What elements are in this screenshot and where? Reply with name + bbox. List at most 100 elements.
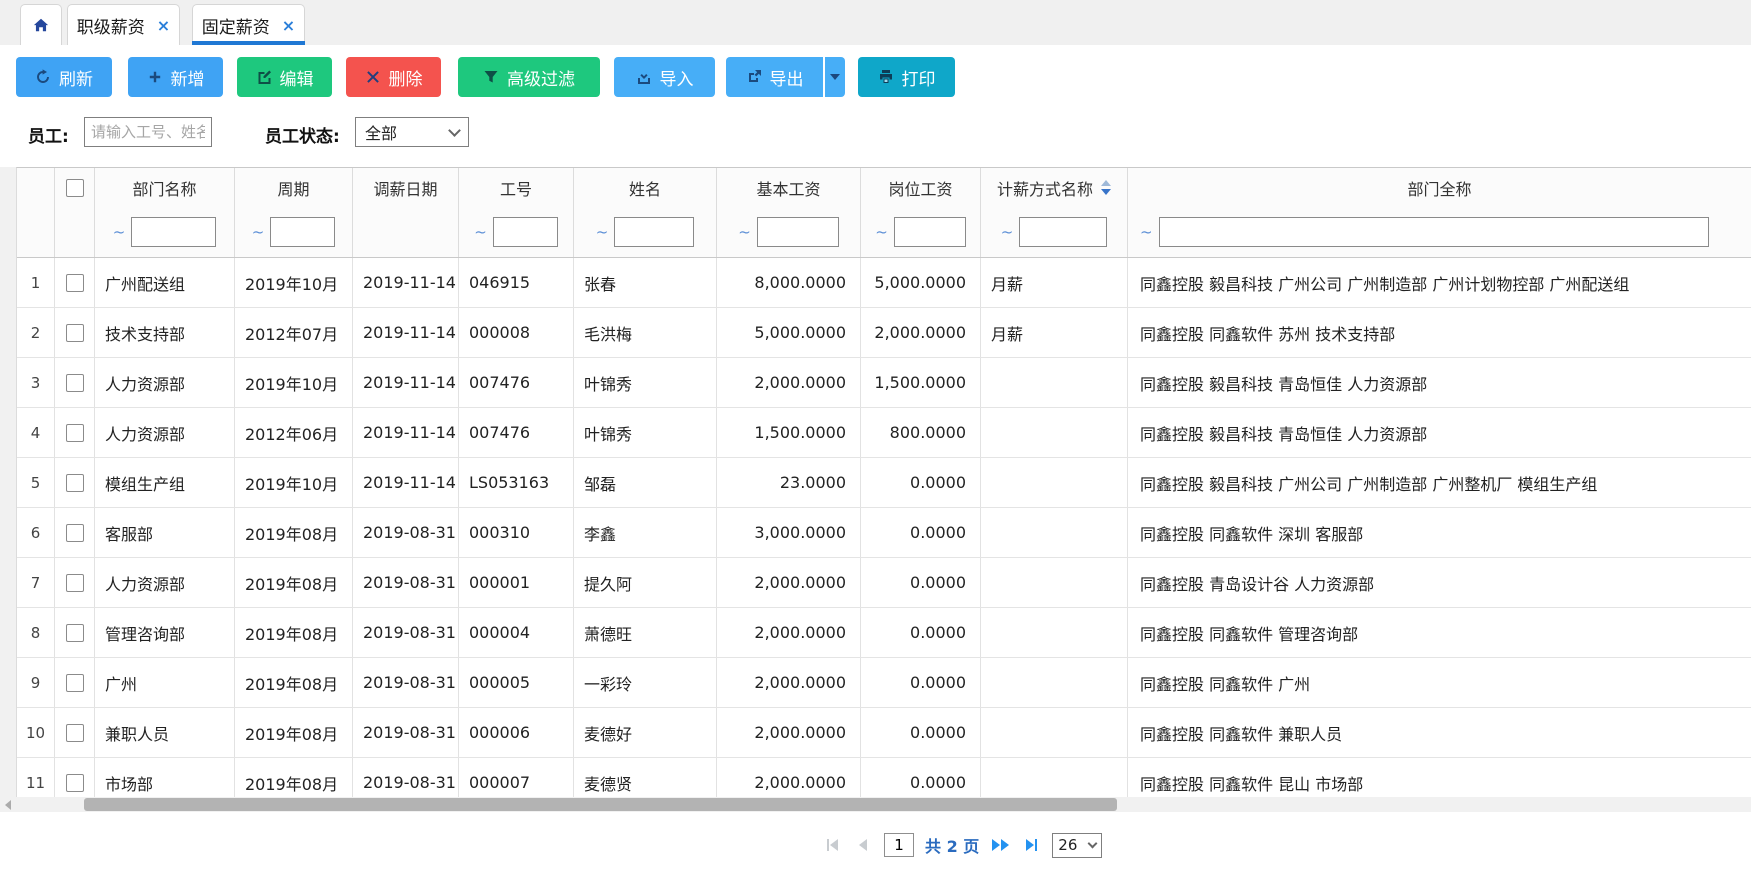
row-checkbox[interactable] [66, 274, 84, 292]
row-number: 6 [17, 508, 55, 557]
tab-job-grade-salary[interactable]: 职级薪资 × [67, 4, 180, 45]
col-label-dept-full[interactable]: 部门全称 [1407, 176, 1471, 200]
table-row[interactable]: 8 管理咨询部 2019年08月 2019-08-31 000004 萧德旺 2… [17, 608, 1751, 658]
row-number: 1 [17, 258, 55, 307]
row-checkbox-cell [55, 558, 95, 607]
cell-pay-method [981, 708, 1128, 757]
import-button[interactable]: 导入 [614, 57, 715, 97]
tab-fixed-salary[interactable]: 固定薪资 × [192, 4, 305, 45]
row-checkbox[interactable] [66, 524, 84, 542]
table-row[interactable]: 4 人力资源部 2012年06月 2019-11-14 007476 叶锦秀 1… [17, 408, 1751, 458]
row-checkbox-cell [55, 608, 95, 657]
cell-name: 邹磊 [574, 458, 717, 507]
row-checkbox[interactable] [66, 774, 84, 792]
row-number: 10 [17, 708, 55, 757]
filter-input-period[interactable] [270, 217, 335, 247]
cell-name: 麦德贤 [574, 758, 717, 798]
cell-pay-method [981, 658, 1128, 707]
employee-status-select[interactable]: 全部 [355, 117, 469, 147]
col-label-adjust-date[interactable]: 调薪日期 [373, 176, 437, 200]
filter-input-post-salary[interactable] [894, 217, 966, 247]
col-label-dept[interactable]: 部门名称 [132, 176, 196, 200]
advanced-filter-button[interactable]: 高级过滤 [458, 57, 600, 97]
tab-label: 固定薪资 [202, 13, 270, 38]
sort-icon[interactable] [1101, 180, 1111, 195]
col-label-base-salary[interactable]: 基本工资 [756, 176, 820, 200]
cell-adjust-date: 2019-08-31 [353, 658, 459, 707]
employee-search-input[interactable] [84, 117, 212, 147]
prev-page-icon[interactable] [853, 835, 873, 855]
row-checkbox[interactable] [66, 374, 84, 392]
table-row[interactable]: 9 广州 2019年08月 2019-08-31 000005 一彩玲 2,00… [17, 658, 1751, 708]
cell-pay-method [981, 608, 1128, 657]
cell-period: 2019年10月 [235, 458, 353, 507]
filter-input-dept-full[interactable] [1159, 217, 1709, 247]
status-selected-value: 全部 [365, 120, 397, 144]
first-page-icon[interactable] [822, 835, 842, 855]
header-emp-no: 工号 ~ [459, 168, 574, 257]
data-grid: 部门名称 ~ 周期 ~ 调薪日期 工号 ~ 姓名 ~ 基本工资 ~ 岗位工资 ~ [16, 167, 1751, 798]
cell-period: 2019年08月 [235, 758, 353, 798]
scroll-left-arrow-icon[interactable] [5, 800, 11, 810]
row-checkbox[interactable] [66, 574, 84, 592]
table-row[interactable]: 7 人力资源部 2019年08月 2019-08-31 000001 提久阿 2… [17, 558, 1751, 608]
left-gutter [0, 167, 16, 812]
employee-status-label: 员工状态: [265, 122, 340, 147]
filter-input-dept[interactable] [131, 217, 216, 247]
print-button[interactable]: 打印 [858, 57, 955, 97]
table-row[interactable]: 1 广州配送组 2019年10月 2019-11-14 046915 张春 8,… [17, 258, 1751, 308]
import-icon [636, 69, 652, 85]
cell-period: 2019年08月 [235, 608, 353, 657]
next-page-icon[interactable] [990, 835, 1010, 855]
delete-button[interactable]: 删除 [346, 57, 441, 97]
export-dropdown-button[interactable] [825, 57, 845, 97]
row-checkbox[interactable] [66, 324, 84, 342]
filter-input-base-salary[interactable] [757, 217, 839, 247]
cell-adjust-date: 2019-08-31 [353, 758, 459, 798]
row-checkbox[interactable] [66, 474, 84, 492]
col-label-emp-no[interactable]: 工号 [500, 176, 532, 200]
refresh-button[interactable]: 刷新 [16, 57, 112, 97]
page-number-input[interactable] [884, 833, 914, 857]
table-row[interactable]: 5 模组生产组 2019年10月 2019-11-14 LS053163 邹磊 … [17, 458, 1751, 508]
cell-base-salary: 1,500.0000 [717, 408, 861, 457]
filter-input-pay-method[interactable] [1019, 217, 1107, 247]
add-button[interactable]: 新增 [128, 57, 223, 97]
table-row[interactable]: 10 兼职人员 2019年08月 2019-08-31 000006 麦德好 2… [17, 708, 1751, 758]
close-icon[interactable]: × [157, 16, 170, 35]
filter-input-name[interactable] [614, 217, 694, 247]
col-label-post-salary[interactable]: 岗位工资 [888, 176, 952, 200]
cell-dept-full: 同鑫控股 同鑫软件 兼职人员 [1128, 708, 1751, 757]
cell-dept: 模组生产组 [95, 458, 235, 507]
row-checkbox[interactable] [66, 724, 84, 742]
cell-pay-method: 月薪 [981, 258, 1128, 307]
select-all-checkbox[interactable] [66, 179, 84, 197]
cell-name: 张春 [574, 258, 717, 307]
table-row[interactable]: 6 客服部 2019年08月 2019-08-31 000310 李鑫 3,00… [17, 508, 1751, 558]
last-page-icon[interactable] [1021, 835, 1041, 855]
scrollbar-thumb[interactable] [84, 798, 1117, 811]
col-label-name[interactable]: 姓名 [629, 176, 661, 200]
col-label-period[interactable]: 周期 [277, 176, 309, 200]
row-checkbox[interactable] [66, 624, 84, 642]
row-checkbox[interactable] [66, 674, 84, 692]
filter-input-emp-no[interactable] [493, 217, 558, 247]
table-row[interactable]: 11 市场部 2019年08月 2019-08-31 000007 麦德贤 2,… [17, 758, 1751, 798]
edit-button[interactable]: 编辑 [237, 57, 332, 97]
col-label-pay-method[interactable]: 计薪方式名称 [997, 176, 1093, 200]
cell-emp-no: 000005 [459, 658, 574, 707]
header-adjust-date: 调薪日期 [353, 168, 459, 257]
cell-period: 2019年08月 [235, 658, 353, 707]
close-icon[interactable]: × [282, 16, 295, 35]
table-row[interactable]: 2 技术支持部 2012年07月 2019-11-14 000008 毛洪梅 5… [17, 308, 1751, 358]
cell-emp-no: 000310 [459, 508, 574, 557]
tab-home[interactable] [20, 4, 62, 45]
pagination: 共 2 页 26 [822, 830, 1102, 860]
printer-icon [878, 69, 894, 85]
table-row[interactable]: 3 人力资源部 2019年10月 2019-11-14 007476 叶锦秀 2… [17, 358, 1751, 408]
cell-pay-method [981, 758, 1128, 798]
export-button[interactable]: 导出 [726, 57, 823, 97]
page-size-select[interactable]: 26 [1052, 833, 1102, 858]
cell-period: 2019年10月 [235, 258, 353, 307]
row-checkbox[interactable] [66, 424, 84, 442]
